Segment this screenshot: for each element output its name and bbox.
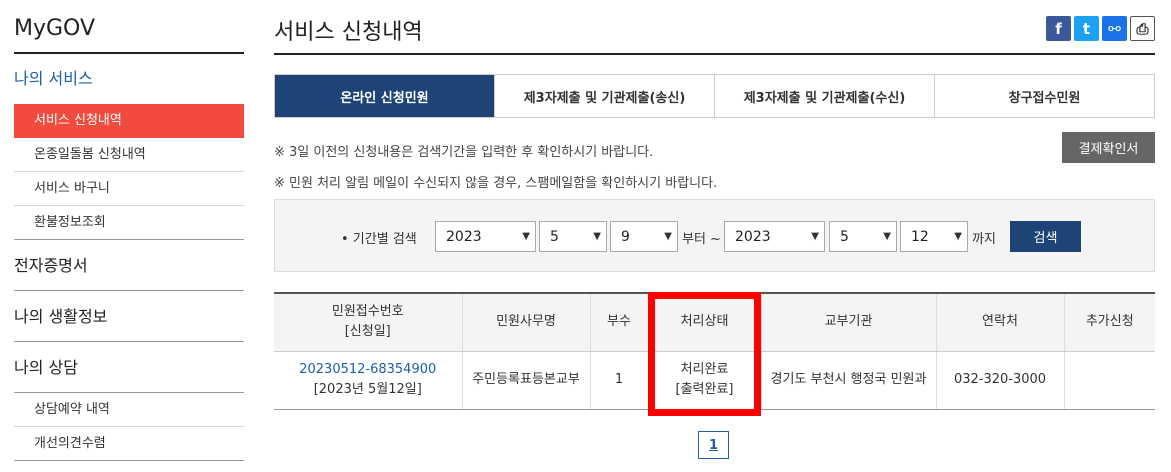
- cell-status: 처리완료 [출력완료]: [648, 351, 762, 410]
- from-day-value: 9: [621, 228, 630, 245]
- sidebar-section-my-services[interactable]: 나의 서비스: [14, 54, 244, 104]
- sidebar-item-service-history[interactable]: 서비스 신청내역: [14, 104, 244, 138]
- header-agency: 교부기관: [761, 292, 937, 352]
- header-receipt-no: 민원접수번호 [신청일]: [274, 292, 463, 352]
- share-buttons: f t ⚯ ⎙: [1046, 16, 1155, 41]
- header-receipt-no-label: 민원접수번호: [331, 304, 404, 320]
- to-year-select[interactable]: 2023 ▼: [724, 221, 825, 252]
- chevron-down-icon: ▼: [883, 231, 891, 242]
- sidebar-consult-submenu: 상담예약 내역 개선의견수렴: [14, 393, 244, 461]
- sidebar-item-allday-care[interactable]: 온종일돌봄 신청내역: [14, 138, 244, 172]
- tab-counter[interactable]: 창구접수민원: [934, 75, 1154, 117]
- chevron-down-icon: ▼: [664, 231, 672, 242]
- cell-contact: 032-320-3000: [936, 351, 1065, 410]
- status-text: 처리완료: [680, 362, 729, 377]
- cell-copies: 1: [590, 351, 649, 410]
- header-status: 처리상태: [648, 292, 762, 352]
- status-sub-text: [출력완료]: [675, 382, 734, 397]
- tab-bar: 온라인 신청민원 제3자제출 및 기관제출(송신) 제3자제출 및 기관제출(수…: [274, 74, 1155, 118]
- to-label: 까지: [972, 232, 996, 247]
- chevron-down-icon: ▼: [811, 231, 819, 242]
- sidebar-section-consult[interactable]: 나의 상담: [14, 342, 244, 393]
- receipt-date: [2023년 5월12일]: [313, 382, 422, 397]
- print-icon[interactable]: ⎙: [1130, 16, 1155, 41]
- page-title: 서비스 신청내역: [274, 20, 423, 45]
- sidebar-submenu: 서비스 신청내역 온종일돌봄 신청내역 서비스 바구니 환불정보조회: [14, 104, 244, 240]
- chevron-down-icon: ▼: [593, 231, 601, 242]
- from-month-select[interactable]: 5 ▼: [539, 221, 607, 252]
- chevron-down-icon: ▼: [954, 231, 962, 242]
- tab-third-party-send[interactable]: 제3자제출 및 기관제출(송신): [494, 75, 714, 117]
- pagination-page-1[interactable]: 1: [698, 431, 729, 459]
- cell-receipt-no: 20230512-68354900 [2023년 5월12일]: [274, 351, 463, 410]
- sidebar: MyGOV 나의 서비스 서비스 신청내역 온종일돌봄 신청내역 서비스 바구니…: [14, 0, 244, 461]
- header-extra: 추가신청: [1064, 292, 1155, 352]
- to-month-value: 5: [840, 228, 849, 245]
- notice-spam-mail: ※ 민원 처리 알림 메일이 수신되지 않을 경우, 스팸메일함을 확인하시기 …: [274, 176, 718, 191]
- title-divider: [274, 53, 1155, 55]
- header-receipt-date-label: [신청일]: [344, 324, 391, 340]
- receipt-number-link[interactable]: 20230512-68354900: [274, 360, 462, 380]
- table-header-row: 민원접수번호 [신청일] 민원사무명 부수 처리상태 교부기관 연락처 추가신청: [274, 292, 1155, 352]
- sidebar-item-service-basket[interactable]: 서비스 바구니: [14, 172, 244, 206]
- link-icon[interactable]: ⚯: [1102, 16, 1127, 41]
- notice-search-period: ※ 3일 이전의 신청내용은 검색기간을 입력한 후 확인하시기 바랍니다.: [274, 145, 654, 160]
- to-year-value: 2023: [735, 228, 771, 245]
- sidebar-item-consult-booking[interactable]: 상담예약 내역: [14, 393, 244, 427]
- sidebar-item-refund[interactable]: 환불정보조회: [14, 206, 244, 240]
- sidebar-title: MyGOV: [14, 0, 244, 54]
- to-month-select[interactable]: 5 ▼: [829, 221, 897, 252]
- twitter-icon[interactable]: t: [1074, 16, 1099, 41]
- to-day-value: 12: [911, 228, 929, 245]
- tab-third-party-receive[interactable]: 제3자제출 및 기관제출(수신): [714, 75, 934, 117]
- search-button[interactable]: 검색: [1010, 221, 1081, 252]
- to-day-select[interactable]: 12 ▼: [900, 221, 968, 252]
- search-panel: • 기간별 검색 2023 ▼ 5 ▼ 9 ▼ 부터 ~ 2023 ▼ 5 ▼ 12 ▼ 까…: [274, 199, 1155, 272]
- header-contact: 연락처: [936, 292, 1065, 352]
- from-day-select[interactable]: 9 ▼: [610, 221, 678, 252]
- cell-extra: [1064, 351, 1155, 410]
- sidebar-section-e-certificate[interactable]: 전자증명서: [14, 240, 244, 291]
- cell-name: 주민등록표등본교부: [462, 351, 591, 410]
- from-year-select[interactable]: 2023 ▼: [435, 221, 536, 252]
- sidebar-item-feedback[interactable]: 개선의견수렴: [14, 427, 244, 461]
- from-month-value: 5: [550, 228, 559, 245]
- search-period-label: • 기간별 검색: [341, 232, 417, 247]
- chevron-down-icon: ▼: [522, 231, 530, 242]
- sidebar-section-life-info[interactable]: 나의 생활정보: [14, 291, 244, 342]
- from-label: 부터 ~: [682, 232, 721, 247]
- header-copies: 부수: [590, 292, 649, 352]
- header-name: 민원사무명: [462, 292, 591, 352]
- facebook-icon[interactable]: f: [1046, 16, 1071, 41]
- table-row: 20230512-68354900 [2023년 5월12일] 주민등록표등본교부…: [274, 351, 1155, 410]
- tab-online[interactable]: 온라인 신청민원: [275, 75, 494, 117]
- cell-agency: 경기도 부천시 행정국 민원과: [761, 351, 937, 410]
- from-year-value: 2023: [446, 228, 482, 245]
- results-table: 민원접수번호 [신청일] 민원사무명 부수 처리상태 교부기관 연락처 추가신청 …: [274, 292, 1155, 410]
- payment-receipt-button[interactable]: 결제확인서: [1062, 132, 1155, 163]
